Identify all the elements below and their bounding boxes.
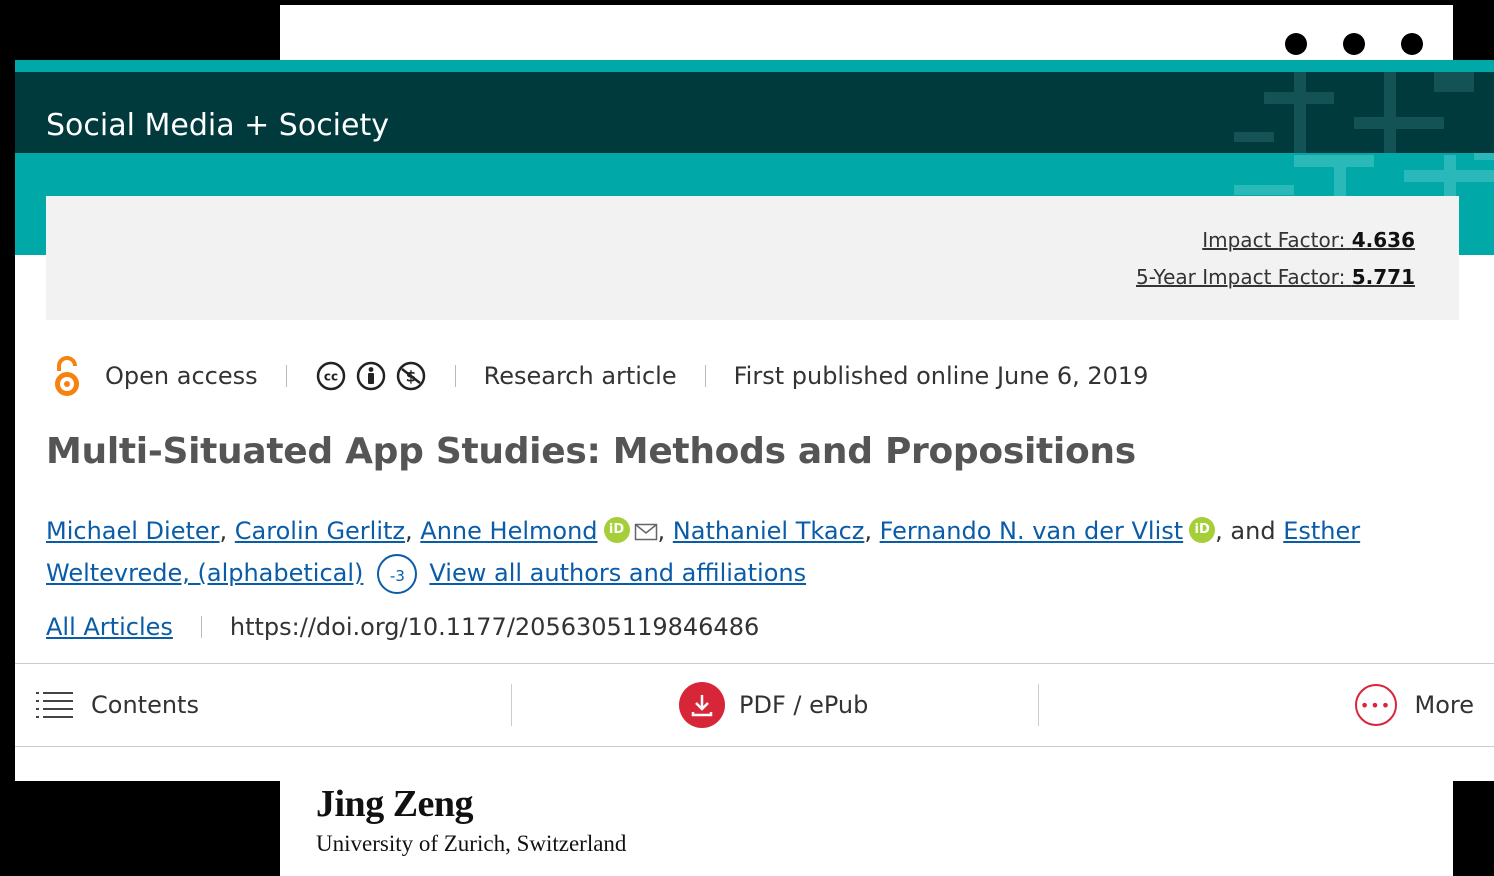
author-link[interactable]: Carolin Gerlitz xyxy=(235,517,405,545)
contents-button[interactable]: Contents xyxy=(35,664,199,746)
open-access-label: Open access xyxy=(105,362,258,390)
contents-list-icon xyxy=(36,692,73,718)
article-title: Multi-Situated App Studies: Methods and … xyxy=(46,431,1136,472)
article-meta-row: Open access cc $ Research article First … xyxy=(49,356,1148,396)
meta-separator xyxy=(285,365,287,387)
nc-icon: $ xyxy=(396,361,425,391)
meta-separator xyxy=(704,365,706,387)
overlay-author-name: Jing Zeng xyxy=(316,783,474,825)
five-year-impact-factor-value: 5.771 xyxy=(1351,265,1415,289)
publication-date: First published online June 6, 2019 xyxy=(733,362,1149,390)
journal-article-page: Social Media + Society Impact Factor: 4.… xyxy=(15,60,1494,781)
dot xyxy=(1401,33,1423,55)
journal-header-bar: Social Media + Society xyxy=(15,72,1494,153)
author-link[interactable]: Anne Helmond xyxy=(420,517,597,545)
doi-row: All Articles https://doi.org/10.1177/205… xyxy=(46,613,759,641)
cc-icon: cc xyxy=(316,361,345,391)
more-label: More xyxy=(1414,691,1475,719)
header-pattern-icon xyxy=(1234,72,1474,153)
and-text: , and xyxy=(1215,517,1276,545)
author-link[interactable]: Fernando N. van der Vlist xyxy=(880,517,1184,545)
view-all-authors-link[interactable]: View all authors and affiliations xyxy=(429,559,806,587)
svg-text:cc: cc xyxy=(323,370,337,384)
pdf-label: PDF / ePub xyxy=(739,691,869,719)
overlay-author-affiliation: University of Zurich, Switzerland xyxy=(316,831,627,856)
meta-separator xyxy=(454,365,456,387)
more-dots-icon: ••• xyxy=(1354,684,1397,726)
five-year-impact-factor-link[interactable]: 5-Year Impact Factor: 5.771 xyxy=(1136,265,1415,289)
impact-factor-box: Impact Factor: 4.636 5-Year Impact Facto… xyxy=(46,196,1459,320)
author-list: Michael Dieter, Carolin Gerlitz, Anne He… xyxy=(46,510,1386,594)
doi-url[interactable]: https://doi.org/10.1177/2056305119846486 xyxy=(230,613,759,641)
meta-separator xyxy=(200,616,202,638)
mail-icon[interactable] xyxy=(634,523,658,541)
more-button[interactable]: ••• More xyxy=(1354,664,1475,746)
impact-factor-link[interactable]: Impact Factor: 4.636 xyxy=(1202,228,1415,252)
article-type: Research article xyxy=(483,362,677,390)
article-toolbar: Contents PDF / ePub ••• More xyxy=(15,663,1494,747)
by-icon xyxy=(356,361,385,391)
overlay-author-block: Jing Zeng University of Zurich, Switzerl… xyxy=(316,785,626,857)
dot xyxy=(1343,33,1365,55)
author-link[interactable]: Michael Dieter xyxy=(46,517,220,545)
open-access-icon xyxy=(55,356,79,396)
menu-dots-icon[interactable] xyxy=(1285,33,1423,55)
dot xyxy=(1285,33,1307,55)
more-authors-badge[interactable]: -3 xyxy=(377,554,418,594)
download-icon xyxy=(679,682,725,728)
orcid-icon[interactable]: iD xyxy=(1189,517,1216,543)
toolbar-divider xyxy=(1038,684,1039,726)
pdf-download-button[interactable]: PDF / ePub xyxy=(679,664,868,746)
author-link[interactable]: Nathaniel Tkacz xyxy=(673,517,865,545)
impact-factor-label: Impact Factor: xyxy=(1202,228,1346,252)
five-year-impact-factor-label: 5-Year Impact Factor: xyxy=(1135,265,1346,289)
contents-label: Contents xyxy=(91,691,199,719)
journal-title[interactable]: Social Media + Society xyxy=(46,108,389,143)
impact-factor-value: 4.636 xyxy=(1351,228,1415,252)
all-articles-link[interactable]: All Articles xyxy=(46,613,173,641)
orcid-icon[interactable]: iD xyxy=(603,517,630,543)
license-icons[interactable]: cc $ xyxy=(315,360,427,392)
toolbar-divider xyxy=(511,684,512,726)
